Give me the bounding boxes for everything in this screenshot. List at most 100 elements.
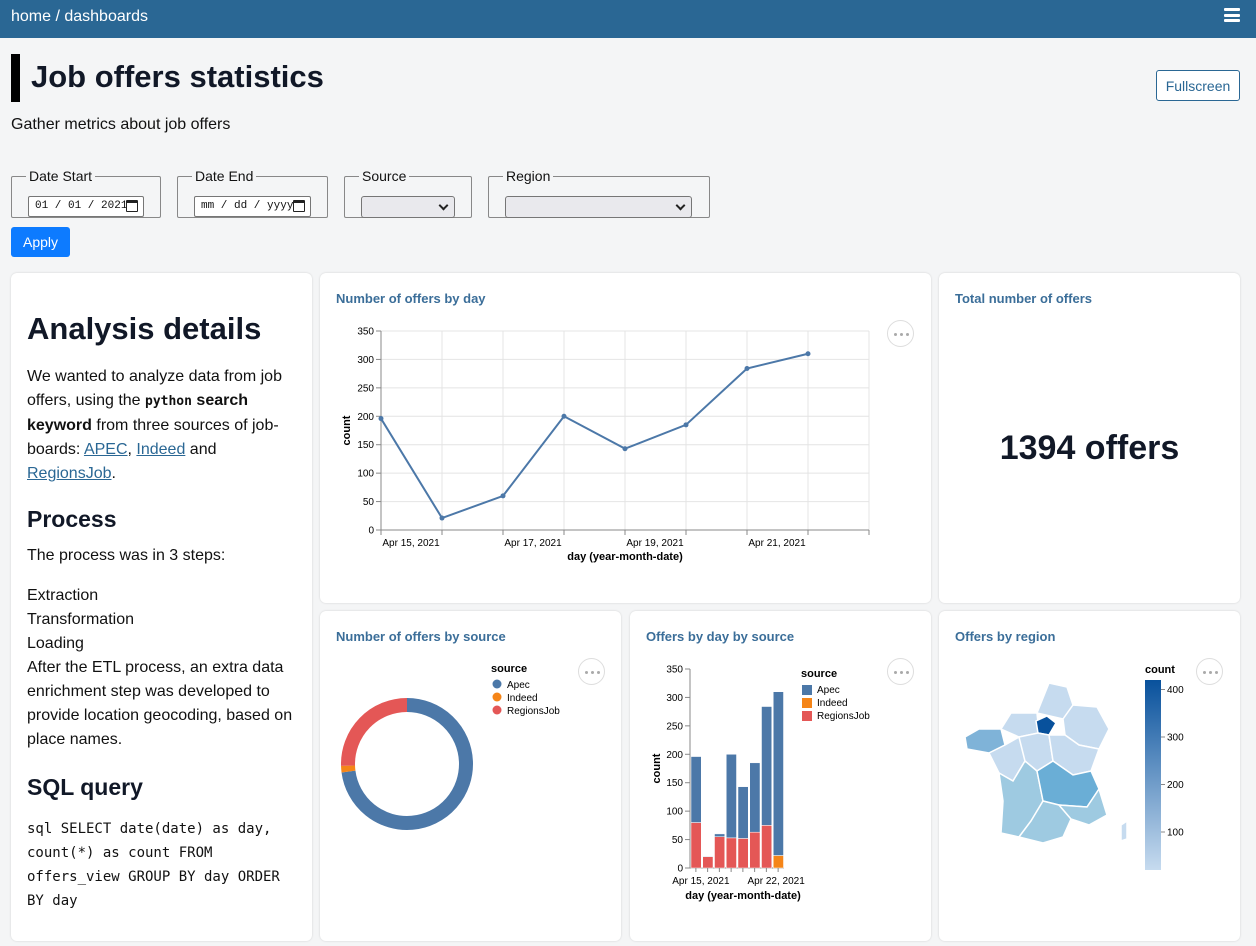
y-tick-label: 0 (677, 864, 683, 875)
y-tick-label: 0 (368, 526, 374, 537)
hamburger-menu-icon[interactable] (1224, 8, 1240, 22)
more-options-icon[interactable] (1196, 658, 1223, 685)
x-tick-label: Apr 15, 2021 (382, 538, 440, 549)
legend-title: count (1145, 664, 1175, 676)
more-options-icon[interactable] (887, 320, 914, 347)
total-offers-value: 1394 offers (999, 429, 1180, 467)
bar-segment (690, 756, 702, 823)
chevron-down-icon (675, 200, 686, 211)
legend-label: Apec (817, 685, 840, 696)
legend-swatch (492, 705, 502, 715)
top-navbar: home / dashboards (0, 0, 1256, 38)
more-options-icon[interactable] (887, 658, 914, 685)
legend-label: RegionsJob (507, 706, 560, 717)
source-label: Source (362, 168, 407, 184)
card-title: Offers by region (955, 629, 1056, 644)
date-start-filter: Date Start 01 / 01 / 2021 (11, 168, 161, 218)
region-centre-val-de-loire (1018, 732, 1054, 772)
bar-segment (737, 838, 749, 869)
apply-button[interactable]: Apply (11, 227, 70, 257)
bar-segment (702, 856, 714, 869)
data-point (805, 351, 811, 357)
bar-segment (726, 754, 737, 839)
region-map: count 100 200 300 400 (964, 664, 1184, 870)
card-title: Offers by day by source (646, 629, 795, 644)
regionsjob-link[interactable]: RegionsJob (27, 465, 112, 482)
bar-segment (761, 706, 772, 826)
series-line (380, 352, 809, 520)
legend-title: source (801, 668, 837, 680)
data-point (622, 446, 628, 452)
donut-chart: source Apec Indeed RegionsJob (341, 663, 560, 830)
legend-tick-label: 300 (1167, 733, 1184, 744)
legend-title: source (491, 663, 527, 675)
y-tick-label: 100 (666, 807, 683, 818)
legend-tick-label: 200 (1167, 780, 1184, 791)
bar-segment (749, 762, 761, 833)
y-tick-label: 50 (672, 835, 684, 846)
title-accent-bar (11, 54, 20, 102)
y-tick-label: 300 (666, 693, 683, 704)
bar-segment (714, 833, 725, 837)
keyword-code: python (145, 394, 192, 409)
and-text: and (185, 441, 217, 458)
chevron-down-icon (438, 200, 449, 211)
more-options-icon[interactable] (578, 658, 605, 685)
legend-label: Indeed (817, 698, 848, 709)
indeed-link[interactable]: Indeed (136, 441, 185, 458)
page-title: Job offers statistics (31, 59, 324, 94)
stacked-bar-chart: 0 50 100 150 200 250 300 350 Apr 15, 2021 Apr 22,… (651, 665, 870, 903)
x-tick-label: Apr 15, 2021 (672, 876, 730, 887)
region-provence-alpes-cote-dazur (1057, 787, 1108, 826)
y-tick-label: 200 (357, 412, 374, 423)
bar-segment (749, 831, 761, 869)
legend-label: RegionsJob (817, 711, 870, 722)
y-tick-label: 250 (666, 721, 683, 732)
y-tick-label: 250 (357, 383, 374, 394)
offers-by-day-card: Number of offers by day 0 50 100 150 200 250 3… (320, 273, 931, 603)
region-bretagne (964, 728, 1006, 754)
region-normandie (999, 712, 1040, 738)
legend-swatch (802, 698, 812, 708)
source-select[interactable] (361, 196, 455, 218)
region-hauts-de-france (1035, 682, 1074, 720)
card-title: Number of offers by source (336, 629, 506, 644)
data-point (439, 515, 445, 521)
offers-by-region-card: Offers by region count 100 200 300 400 (939, 611, 1240, 941)
date-end-input[interactable]: mm / dd / yyyy (194, 196, 311, 217)
fullscreen-button[interactable]: Fullscreen (1156, 70, 1240, 101)
legend-swatch (492, 692, 502, 702)
calendar-icon[interactable] (293, 200, 305, 212)
process-heading: Process (27, 506, 117, 532)
data-point (744, 366, 750, 372)
legend-tick-label: 400 (1167, 685, 1184, 696)
region-label: Region (506, 168, 551, 184)
offers-by-source-card: Number of offers by source source Apec Ind… (320, 611, 621, 941)
calendar-icon[interactable] (126, 200, 138, 212)
x-axis-title: day (year-month-date) (567, 551, 683, 563)
date-start-label: Date Start (29, 168, 93, 184)
x-tick-label: Apr 22, 2021 (747, 876, 805, 887)
legend-label: Apec (507, 680, 530, 691)
date-start-input[interactable]: 01 / 01 / 2021 (28, 196, 144, 217)
apec-link[interactable]: APEC (84, 441, 128, 458)
process-intro: The process was in 3 steps: (27, 547, 226, 564)
legend-label: Indeed (507, 693, 538, 704)
sql-heading: SQL query (27, 774, 143, 800)
donut-slice (341, 698, 408, 766)
card-title: Number of offers by day (336, 291, 486, 306)
data-point (683, 422, 689, 428)
breadcrumb[interactable]: home / dashboards (11, 8, 148, 26)
region-corse (1120, 819, 1128, 843)
x-axis-title: day (year-month-date) (685, 890, 801, 902)
region-pays-de-la-loire (987, 735, 1026, 783)
offers-by-day-by-source-card: Offers by day by source 0 50 100 150 200 250 3… (630, 611, 931, 941)
region-nouvelle-aquitaine (998, 759, 1044, 838)
y-tick-label: 150 (666, 778, 683, 789)
y-tick-label: 200 (666, 750, 683, 761)
step-item: Transformation (27, 611, 134, 628)
analysis-heading: Analysis details (27, 311, 262, 346)
region-select[interactable] (505, 196, 692, 218)
enrichment-text: After the ETL process, an extra data enr… (27, 659, 293, 748)
x-tick-label: Apr 21, 2021 (748, 538, 806, 549)
